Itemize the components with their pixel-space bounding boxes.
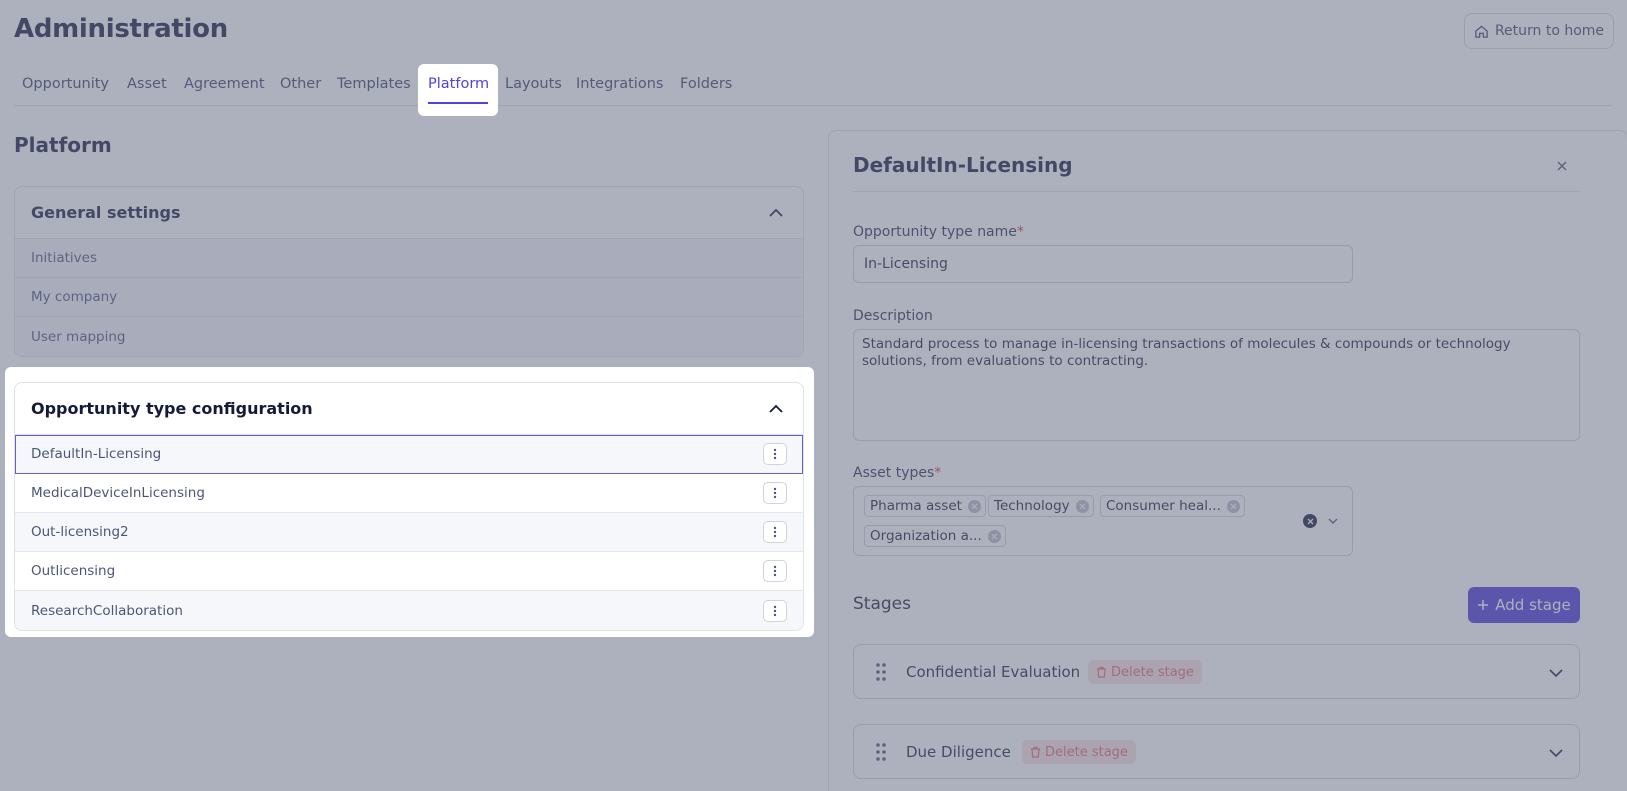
admin-tabs: Opportunity Asset Agreement Other Templa… [14,66,1613,106]
tab-asset[interactable]: Asset [127,76,167,92]
trash-icon [1097,666,1106,678]
more-options-button[interactable] [763,560,787,582]
opportunity-type-row[interactable]: MedicalDeviceInLicensing [15,474,803,513]
description-textarea[interactable]: Standard process to manage in-licensing … [853,329,1580,441]
asset-chip: Pharma asset [864,495,986,517]
opportunity-type-row[interactable]: ResearchCollaboration [15,591,803,630]
stage-name: Confidential Evaluation [906,663,1081,681]
drag-handle-icon[interactable] [874,662,888,682]
clear-all-icon[interactable] [1303,514,1317,528]
return-home-label: Return to home [1494,23,1605,39]
trash-icon [1031,746,1040,758]
type-name-label: Opportunity type name* [853,224,1024,240]
tab-folders[interactable]: Folders [680,76,732,92]
home-icon [1475,24,1488,38]
kebab-icon [773,448,777,460]
drag-handle-icon[interactable] [874,742,888,762]
tab-opportunity[interactable]: Opportunity [22,76,109,92]
kebab-icon [773,605,777,616]
opportunity-type-panel: DefaultIn-Licensing Opportunity type nam… [828,130,1627,791]
settings-item-my-company[interactable]: My company [15,278,803,317]
panel-divider [853,191,1579,192]
remove-chip-icon[interactable] [1226,499,1240,513]
settings-item-initiatives[interactable]: Initiatives [15,239,803,278]
tab-layouts[interactable]: Layouts [505,76,562,92]
add-stage-button[interactable]: Add stage [1468,587,1580,623]
asset-types-label: Asset types* [853,465,942,481]
tab-templates[interactable]: Templates [337,76,411,92]
asset-chip: Technology [988,495,1094,517]
tab-integrations[interactable]: Integrations [576,76,663,92]
section-title: Platform [14,133,112,157]
opportunity-type-row[interactable]: Out-licensing2 [15,513,803,552]
opportunity-type-row[interactable]: DefaultIn-Licensing [15,435,803,474]
opportunity-config-card: Opportunity type configuration DefaultIn… [14,382,804,631]
tab-other[interactable]: Other [280,76,321,92]
kebab-icon [773,526,777,538]
general-settings-header[interactable]: General settings [15,187,803,239]
active-tab-indicator [428,102,488,104]
remove-chip-icon[interactable] [1075,499,1089,513]
remove-chip-icon[interactable] [967,499,981,513]
more-options-button[interactable] [763,482,787,504]
asset-types-select[interactable]: Pharma asset Technology Consumer heal...… [853,486,1353,556]
delete-stage-button[interactable]: Delete stage [1088,660,1202,684]
highlighted-region: Opportunity type configuration DefaultIn… [5,367,814,637]
stage-name: Due Diligence [906,743,1011,761]
description-label: Description [853,308,933,324]
tab-platform[interactable]: Platform [418,64,498,116]
chevron-down-icon[interactable] [1327,515,1339,527]
return-home-button[interactable]: Return to home [1464,13,1614,49]
page-title: Administration [14,14,228,44]
remove-chip-icon[interactable] [987,529,1001,543]
kebab-icon [773,487,777,499]
tab-platform-label: Platform [428,76,490,92]
stage-item[interactable]: Confidential Evaluation Delete stage [853,644,1580,699]
opportunity-type-row[interactable]: Outlicensing [15,552,803,591]
opportunity-config-title: Opportunity type configuration [31,399,313,418]
tab-agreement[interactable]: Agreement [184,76,265,92]
stage-item[interactable]: Due Diligence Delete stage [853,724,1580,779]
more-options-button[interactable] [763,599,787,622]
general-settings-title: General settings [31,203,181,222]
more-options-button[interactable] [763,443,787,465]
close-icon[interactable] [1555,159,1569,173]
settings-item-user-mapping[interactable]: User mapping [15,317,803,356]
chevron-down-icon[interactable] [1548,745,1564,761]
chevron-up-icon [769,404,783,413]
type-name-input[interactable]: In-Licensing [853,245,1353,283]
kebab-icon [773,565,777,577]
opportunity-config-header[interactable]: Opportunity type configuration [15,383,803,435]
general-settings-card: General settings Initiatives My company … [14,186,804,357]
plus-icon [1478,600,1489,610]
stages-label: Stages [853,594,911,614]
panel-title: DefaultIn-Licensing [853,153,1073,177]
more-options-button[interactable] [763,521,787,543]
asset-chip: Organization a... [864,525,1006,547]
asset-chip: Consumer heal... [1100,495,1245,517]
delete-stage-button[interactable]: Delete stage [1022,740,1136,764]
chevron-down-icon[interactable] [1548,665,1564,681]
chevron-up-icon [769,208,783,217]
